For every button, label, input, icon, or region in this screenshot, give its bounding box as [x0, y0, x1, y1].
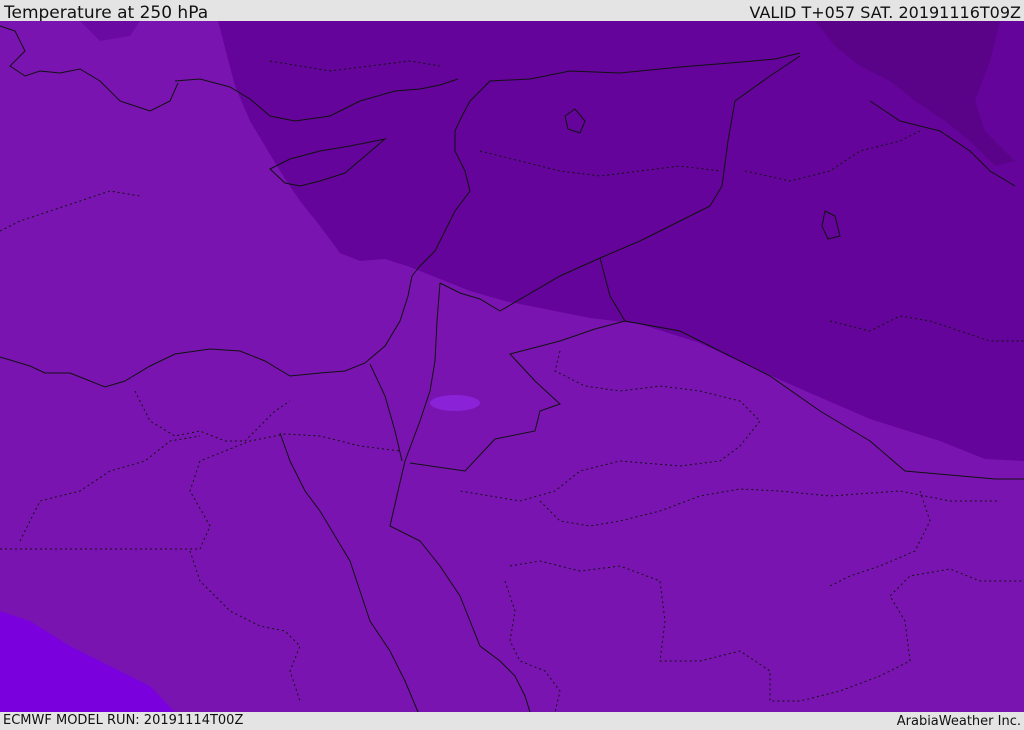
model-run-label: ECMWF MODEL RUN: 20191114T00Z	[3, 713, 244, 728]
header-bar: Temperature at 250 hPa VALID T+057 SAT. …	[0, 0, 1024, 23]
temperature-patch-warm	[430, 395, 480, 411]
credit-label: ArabiaWeather Inc.	[896, 714, 1021, 729]
footer-bar: ECMWF MODEL RUN: 20191114T00Z ArabiaWeat…	[0, 712, 1024, 729]
map-title: Temperature at 250 hPa	[4, 3, 209, 23]
weather-map	[0, 21, 1024, 712]
valid-time-label: VALID T+057 SAT. 20191116T09Z	[749, 3, 1021, 22]
